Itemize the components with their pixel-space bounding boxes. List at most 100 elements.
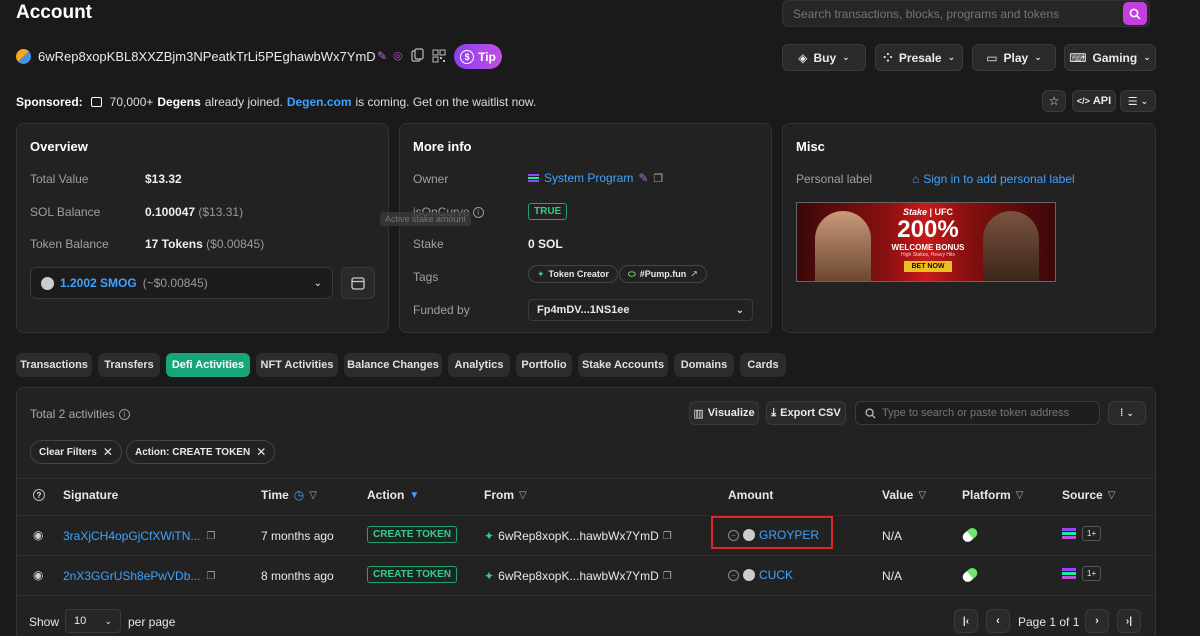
export-csv-button[interactable]: ⤓ Export CSV: [766, 401, 846, 425]
filter-icon[interactable]: ▽: [519, 490, 527, 501]
tab-transfers[interactable]: Transfers: [98, 353, 160, 377]
copy-icon[interactable]: ❐: [663, 531, 672, 542]
owner-label: Owner: [413, 172, 449, 186]
buy-menu-button[interactable]: ◈ Buy ⌄: [782, 44, 866, 71]
token-icon: [41, 276, 54, 290]
row1-action-badge: CREATE TOKEN: [367, 526, 457, 543]
page-size-select[interactable]: 10 ⌄: [65, 609, 121, 633]
ufc-ad-banner[interactable]: Stake | UFC 200% WELCOME BONUS High Stak…: [796, 202, 1056, 282]
first-page-button[interactable]: |‹: [954, 609, 978, 633]
clear-filters-chip[interactable]: Clear Filters ✕: [30, 440, 122, 464]
copy-icon[interactable]: [411, 48, 424, 65]
copy-icon[interactable]: ❐: [653, 172, 663, 185]
presale-icon: ⁘: [882, 50, 893, 65]
help-icon[interactable]: ?: [33, 489, 45, 501]
copy-icon[interactable]: ❐: [663, 571, 672, 582]
search-icon: [1129, 8, 1141, 20]
edit-icon[interactable]: ✎: [377, 49, 387, 63]
next-page-button[interactable]: ›: [1085, 609, 1109, 633]
prev-page-button[interactable]: ‹: [986, 609, 1010, 633]
search-button[interactable]: [1123, 2, 1147, 25]
play-menu-button[interactable]: ▭ Play ⌄: [972, 44, 1056, 71]
chevron-right-icon: ›: [1095, 615, 1099, 627]
copy-icon[interactable]: ❐: [206, 531, 215, 542]
global-search-input[interactable]: [793, 6, 1113, 22]
tab-portfolio[interactable]: Portfolio: [516, 353, 572, 377]
filter-icon[interactable]: ▽: [1108, 490, 1116, 501]
row1-from[interactable]: ✦ 6wRep8xopK...hawbWx7YmD ❐: [484, 529, 672, 543]
edit-icon[interactable]: ✎: [638, 171, 648, 185]
filter-active-icon[interactable]: ▼: [409, 490, 419, 501]
row2-signature[interactable]: 2nX3GGrUSh8ePwVDb... ❐: [63, 569, 215, 583]
filter-icon[interactable]: ▽: [1016, 490, 1024, 501]
tab-transactions[interactable]: Transactions: [16, 353, 92, 377]
search-icon: [865, 408, 876, 419]
ad-subheadline: WELCOME BONUS: [891, 243, 965, 252]
page-title: Account: [16, 2, 92, 23]
ad-cta[interactable]: BET NOW: [904, 261, 952, 272]
tab-defi-activities[interactable]: Defi Activities: [166, 353, 250, 377]
tag-token-creator[interactable]: ✦ Token Creator: [528, 265, 618, 283]
token-select[interactable]: 1.2002 SMOG (~$0.00845) ⌄: [30, 267, 333, 299]
col-signature: Signature: [63, 488, 119, 502]
download-icon: ⤓: [771, 406, 777, 419]
api-button[interactable]: </> API: [1072, 90, 1116, 112]
tab-domains[interactable]: Domains: [674, 353, 734, 377]
filter-icon[interactable]: ▽: [918, 490, 926, 501]
token-portfolio-button[interactable]: [341, 267, 375, 299]
gamepad-icon: ⌨: [1069, 50, 1087, 65]
last-page-button[interactable]: ›|: [1117, 609, 1141, 633]
tag-pumpfun[interactable]: ⬭ #Pump.fun ↗: [619, 265, 707, 283]
total-value: $13.32: [145, 172, 182, 186]
visualize-button[interactable]: ▥ Visualize: [689, 401, 759, 425]
view-options-button[interactable]: ☰ ⌄: [1120, 90, 1156, 112]
eye-icon[interactable]: ◉: [33, 528, 43, 542]
eye-icon[interactable]: ◉: [33, 568, 43, 582]
token-balance-label: Token Balance: [30, 237, 109, 251]
row1-signature[interactable]: 3raXjCH4opGjCfXWiTN... ❐: [63, 529, 215, 543]
funded-by-select[interactable]: Fp4mDV...1NS1ee ⌄: [528, 299, 753, 321]
row2-from[interactable]: ✦ 6wRep8xopK...hawbWx7YmD ❐: [484, 569, 672, 583]
row2-source[interactable]: 1+: [1062, 566, 1102, 581]
info-icon[interactable]: i: [472, 206, 484, 218]
degen-link[interactable]: Degen.com: [287, 95, 352, 109]
tab-stake-accounts[interactable]: Stake Accounts: [578, 353, 668, 377]
token-search-input[interactable]: [882, 406, 1094, 420]
stake-label: Stake: [413, 237, 444, 251]
favorite-button[interactable]: ☆: [1042, 90, 1066, 112]
row2-action-badge: CREATE TOKEN: [367, 566, 457, 583]
filter-icon[interactable]: ▽: [309, 490, 317, 501]
columns-menu-button[interactable]: ⁞ ⌄: [1108, 401, 1146, 425]
tab-analytics[interactable]: Analytics: [448, 353, 510, 377]
row1-source[interactable]: 1+: [1062, 526, 1102, 541]
sign-in-personal-label-link[interactable]: ⌂ Sign in to add personal label: [912, 172, 1075, 186]
tip-button[interactable]: $ Tip: [454, 44, 502, 69]
global-search[interactable]: [782, 0, 1150, 27]
gaming-menu-button[interactable]: ⌨ Gaming ⌄: [1064, 44, 1156, 71]
chevron-down-icon: ⌄: [1126, 407, 1134, 418]
pill-icon: ⬭: [628, 268, 636, 279]
tab-nft-activities[interactable]: NFT Activities: [256, 353, 338, 377]
action-filter-chip[interactable]: Action: CREATE TOKEN ✕: [126, 440, 276, 464]
close-icon[interactable]: ✕: [103, 445, 113, 459]
personal-label-label: Personal label: [796, 172, 873, 186]
fighter-left-image: [815, 211, 871, 281]
token-search[interactable]: [855, 401, 1100, 425]
clock-icon[interactable]: ◷: [294, 488, 304, 502]
tab-cards[interactable]: Cards: [740, 353, 786, 377]
close-icon[interactable]: ✕: [256, 445, 266, 459]
label-icon[interactable]: ◎: [393, 49, 403, 62]
presale-menu-button[interactable]: ⁘ Presale ⌄: [875, 44, 963, 71]
col-source: Source ▽: [1062, 488, 1116, 502]
owner-value[interactable]: System Program ✎ ❐: [528, 171, 663, 185]
info-icon[interactable]: i: [118, 408, 130, 420]
col-time: Time ◷ ▽: [261, 488, 317, 502]
qr-code-icon[interactable]: [432, 49, 446, 66]
overview-title: Overview: [30, 139, 88, 154]
row2-amount[interactable]: − CUCK: [728, 568, 793, 582]
chart-icon: ▥: [693, 407, 704, 420]
row1-amount[interactable]: − GROYPER: [728, 528, 819, 542]
tab-balance-changes[interactable]: Balance Changes: [344, 353, 442, 377]
copy-icon[interactable]: ❐: [206, 571, 215, 582]
ad-tagline: High Stakes, Heavy Hits: [901, 252, 955, 258]
